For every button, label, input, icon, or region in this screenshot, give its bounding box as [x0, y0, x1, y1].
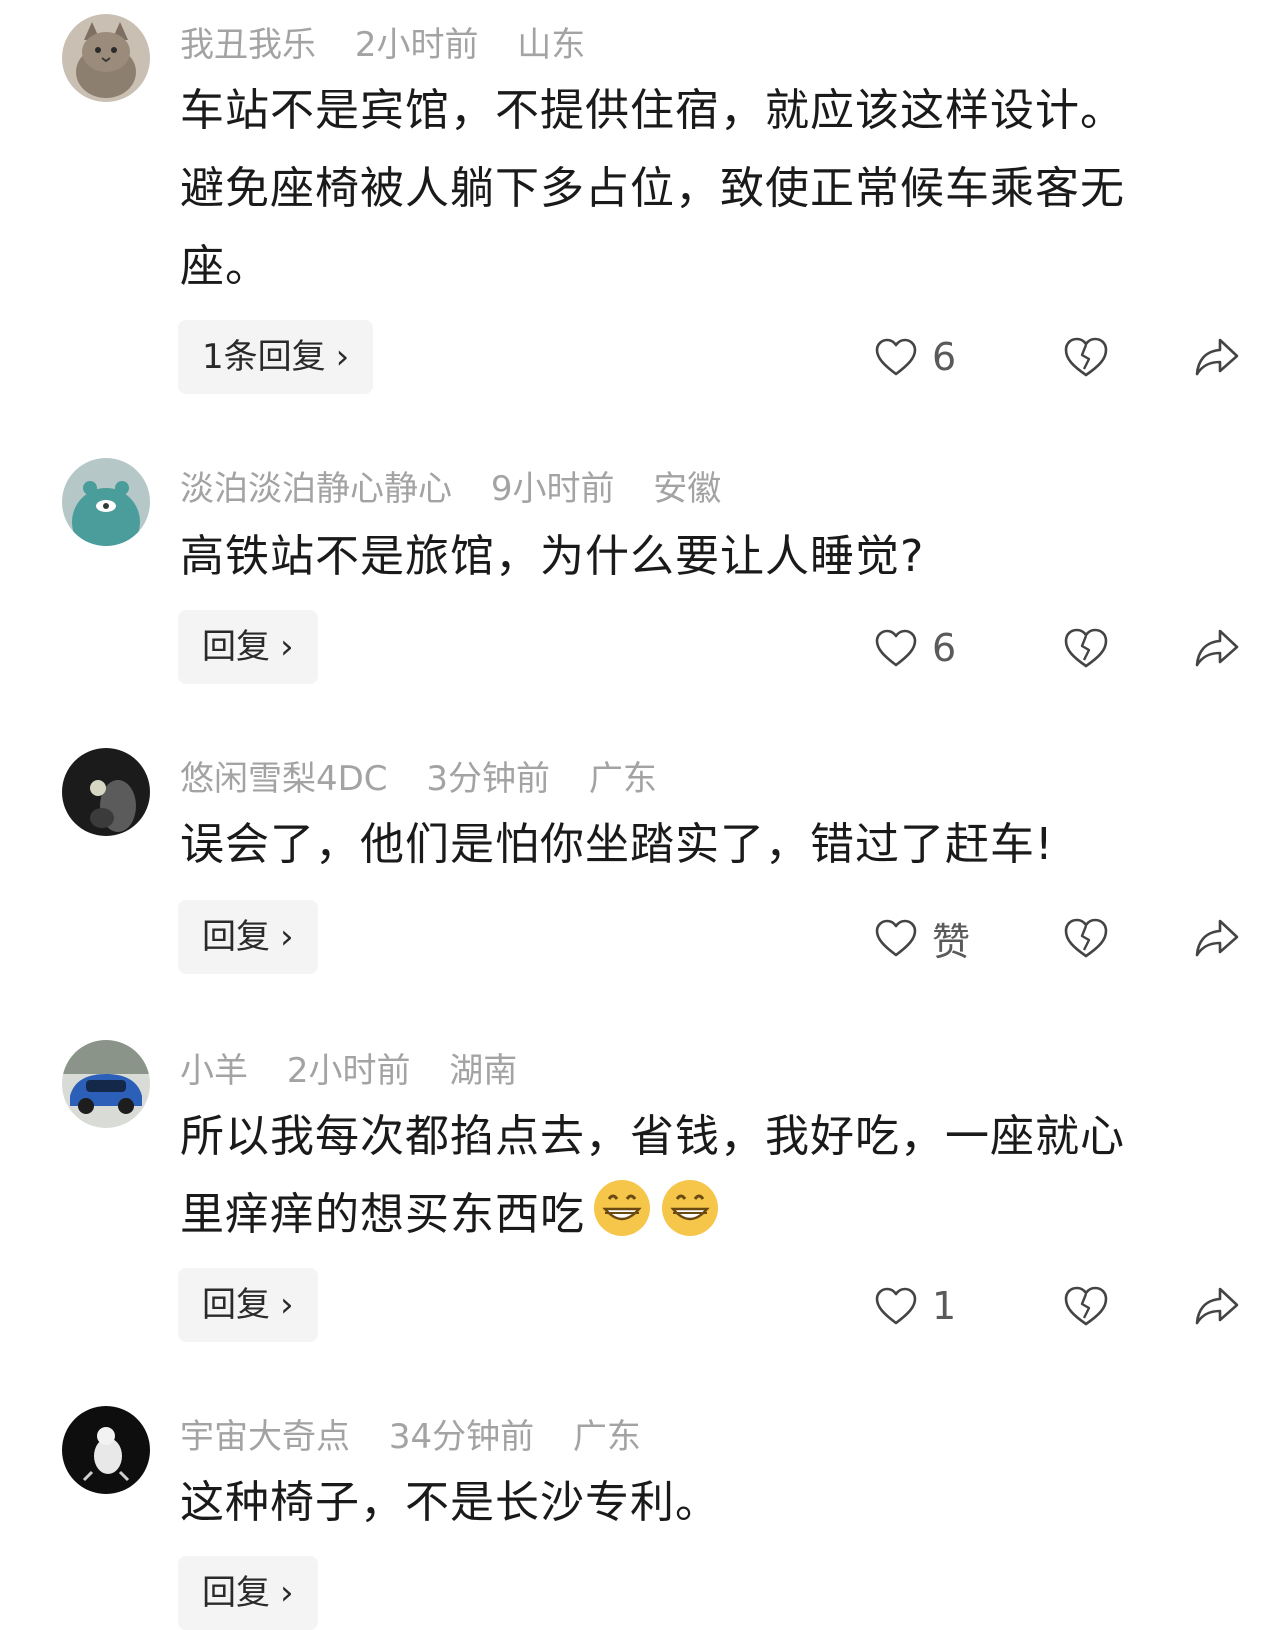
username[interactable]: 我丑我乐 [180, 25, 316, 65]
comment-line: 避免座椅被人躺下多占位，致使正常候车乘客无 [180, 163, 1125, 214]
chevron-right-icon: › [280, 917, 294, 957]
reply-label: 回复 [202, 627, 270, 667]
comment-meta: 悠闲雪梨4DC 3分钟前 广东 [180, 754, 685, 804]
comment-time: 34分钟前 [388, 1417, 535, 1457]
username[interactable]: 淡泊淡泊静心静心 [180, 469, 452, 509]
like-button[interactable]: 6 [874, 327, 956, 387]
comment-text: 这种椅子，不是长沙专利。 [180, 1464, 1250, 1542]
like-button[interactable]: 1 [874, 1276, 956, 1336]
dislike-button[interactable] [1062, 618, 1110, 678]
share-button[interactable] [1194, 1276, 1240, 1336]
dislike-button[interactable] [1062, 1276, 1110, 1336]
chevron-right-icon: › [335, 337, 350, 377]
chevron-right-icon: › [280, 627, 294, 667]
comment-line: 座。 [180, 241, 270, 292]
share-button[interactable] [1194, 908, 1240, 968]
dislike-button[interactable] [1062, 908, 1110, 968]
like-count: 1 [932, 1284, 957, 1328]
comment-location: 广东 [588, 759, 657, 799]
comment-time: 2小时前 [286, 1051, 411, 1091]
dark-photo-avatar-icon[interactable] [62, 748, 150, 836]
comment-time: 9小时前 [490, 469, 615, 509]
comment-line: 这种椅子，不是长沙专利。 [180, 1477, 720, 1528]
reply-label: 回复 [202, 1285, 270, 1325]
broken-heart-icon [1064, 337, 1108, 377]
reply-button[interactable]: 回复 › [178, 1268, 318, 1342]
like-count: 6 [932, 626, 957, 670]
comment-text: 车站不是宾馆，不提供住宿，就应该这样设计。 避免座椅被人躺下多占位，致使正常候车… [180, 72, 1250, 306]
share-arrow-icon [1195, 919, 1239, 957]
comment-item: 宇宙大奇点 34分钟前 广东 这种椅子，不是长沙专利。 回复 › [0, 1406, 1280, 1630]
comment-text: 所以我每次都掐点去，省钱，我好吃，一座就心 里痒痒的想买东西吃 [180, 1098, 1250, 1254]
comment-time: 3分钟前 [426, 759, 551, 799]
comment-location: 广东 [572, 1417, 641, 1457]
dislike-button[interactable] [1062, 327, 1110, 387]
broken-heart-icon [1064, 628, 1108, 668]
share-button[interactable] [1194, 618, 1240, 678]
username[interactable]: 宇宙大奇点 [180, 1417, 350, 1457]
cat-avatar-icon[interactable] [62, 14, 150, 102]
comment-line-with-emoji: 里痒痒的想买东西吃 [180, 1176, 1250, 1254]
comment-meta: 宇宙大奇点 34分钟前 广东 [180, 1412, 669, 1462]
username[interactable]: 悠闲雪梨4DC [180, 759, 388, 799]
comment-item: 悠闲雪梨4DC 3分钟前 广东 误会了，他们是怕你坐踏实了，错过了赶车! 回复 ›… [0, 748, 1280, 998]
comment-line: 所以我每次都掐点去，省钱，我好吃，一座就心 [180, 1111, 1125, 1162]
comment-time: 2小时前 [354, 25, 479, 65]
comment-text: 高铁站不是旅馆，为什么要让人睡觉? [180, 518, 1250, 596]
chevron-right-icon: › [280, 1285, 294, 1325]
white-figure-avatar-icon[interactable] [62, 1406, 150, 1494]
comment-meta: 我丑我乐 2小时前 山东 [180, 20, 613, 70]
username[interactable]: 小羊 [180, 1051, 248, 1091]
blue-car-avatar-icon[interactable] [62, 1040, 150, 1128]
like-count: 6 [932, 335, 957, 379]
comment-location: 安徽 [653, 469, 722, 509]
like-button[interactable]: 6 [874, 618, 956, 678]
grin-emoji-icon [662, 1180, 718, 1236]
reply-label: 回复 [202, 917, 270, 957]
reply-button[interactable]: 回复 › [178, 1556, 318, 1630]
comment-text: 误会了，他们是怕你坐踏实了，错过了赶车! [180, 806, 1250, 884]
comment-line: 误会了，他们是怕你坐踏实了，错过了赶车! [180, 819, 1054, 870]
share-button[interactable] [1194, 327, 1240, 387]
comment-item: 淡泊淡泊静心静心 9小时前 安徽 高铁站不是旅馆，为什么要让人睡觉? 回复 › 6 [0, 458, 1280, 708]
comment-meta: 淡泊淡泊静心静心 9小时前 安徽 [180, 464, 749, 514]
heart-outline-icon [875, 338, 917, 376]
reply-label: 回复 [202, 1573, 270, 1613]
comment-line: 车站不是宾馆，不提供住宿，就应该这样设计。 [180, 85, 1125, 136]
reply-button[interactable]: 回复 › [178, 900, 318, 974]
heart-outline-icon [875, 919, 917, 957]
heart-outline-icon [875, 1287, 917, 1325]
comment-item: 我丑我乐 2小时前 山东 车站不是宾馆，不提供住宿，就应该这样设计。 避免座椅被… [0, 14, 1280, 414]
comment-meta: 小羊 2小时前 湖南 [180, 1046, 545, 1096]
reply-button[interactable]: 回复 › [178, 610, 318, 684]
like-count: 赞 [932, 919, 971, 964]
comment-line: 里痒痒的想买东西吃 [180, 1189, 585, 1240]
comment-item: 小羊 2小时前 湖南 所以我每次都掐点去，省钱，我好吃，一座就心 里痒痒的想买东… [0, 1040, 1280, 1360]
broken-heart-icon [1064, 918, 1108, 958]
view-replies-button[interactable]: 1条回复 › [178, 320, 374, 394]
chevron-right-icon: › [280, 1573, 294, 1613]
share-arrow-icon [1195, 629, 1239, 667]
comment-location: 湖南 [449, 1051, 518, 1091]
heart-outline-icon [875, 629, 917, 667]
like-button[interactable]: 赞 [874, 908, 970, 968]
share-arrow-icon [1195, 1287, 1239, 1325]
comment-line: 高铁站不是旅馆，为什么要让人睡觉? [180, 531, 925, 582]
broken-heart-icon [1064, 1286, 1108, 1326]
share-arrow-icon [1195, 338, 1239, 376]
comment-location: 山东 [517, 25, 586, 65]
grin-emoji-icon [594, 1180, 650, 1236]
teal-bear-avatar-icon[interactable] [62, 458, 150, 546]
reply-label: 1条回复 [202, 337, 326, 377]
